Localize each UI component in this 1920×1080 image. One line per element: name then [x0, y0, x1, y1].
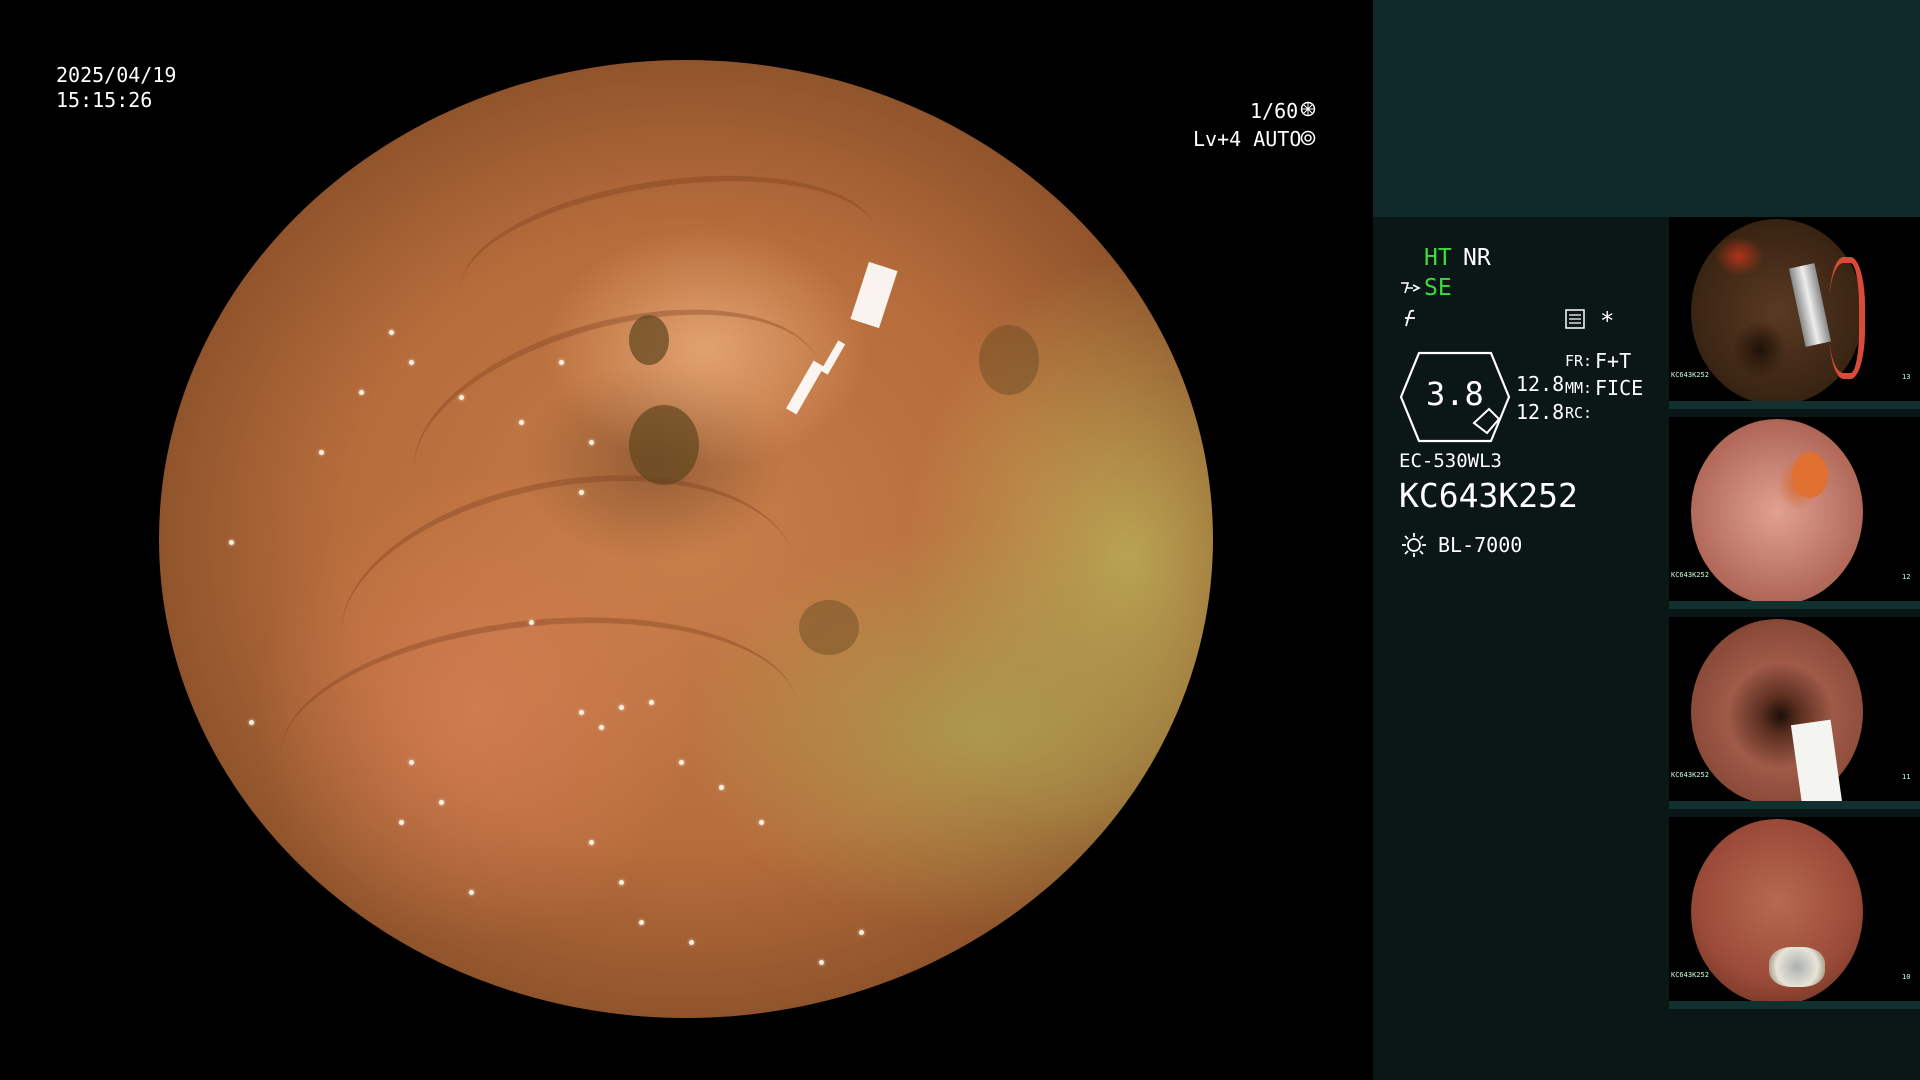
- zoom-value: 3.8: [1426, 375, 1484, 413]
- settings-list-icon: [1565, 309, 1585, 329]
- mm-label: MM:: [1565, 379, 1593, 397]
- se-indicator: SE: [1424, 275, 1452, 301]
- auto-iris-icon: [1300, 130, 1316, 146]
- level-text: Lv+4 AUTO: [1193, 127, 1302, 151]
- thumbnail-strip: KC643K252 13 KC643K252 12 KC643K252 11 K…: [1669, 217, 1920, 1080]
- scope-serial: KC643K252: [1399, 476, 1578, 515]
- nr-indicator: NR: [1463, 245, 1491, 271]
- scope-model: EC-530WL3: [1399, 450, 1502, 472]
- date-text: 2025/04/19: [56, 63, 177, 87]
- panel-header-area: [1373, 0, 1920, 217]
- thumbnail-4-number: 10: [1902, 973, 1911, 981]
- asterisk-indicator: *: [1600, 307, 1615, 335]
- rc-label: RC:: [1565, 404, 1593, 422]
- structure-enhance-icon: [1399, 279, 1423, 297]
- fr-label: FR:: [1565, 352, 1593, 370]
- thumbnail-2-label: KC643K252: [1671, 571, 1709, 579]
- status-panel: [1373, 217, 1669, 1080]
- thumbnail-3-number: 11: [1902, 773, 1911, 781]
- thumbnail-2[interactable]: KC643K252 12: [1669, 417, 1920, 609]
- fr-value: F+T: [1595, 349, 1632, 373]
- thumbnail-3-label: KC643K252: [1671, 771, 1709, 779]
- thumbnail-1[interactable]: KC643K252 13: [1669, 217, 1920, 409]
- light-source: BL-7000: [1438, 533, 1523, 557]
- thumbnail-4[interactable]: KC643K252 10: [1669, 817, 1920, 1009]
- thumbnail-2-number: 12: [1902, 573, 1911, 581]
- light-source-icon: [1400, 531, 1428, 559]
- ht-indicator: HT: [1424, 245, 1452, 271]
- thumbnail-3[interactable]: KC643K252 11: [1669, 617, 1920, 809]
- time-text: 15:15:26: [56, 88, 153, 112]
- value-1: 12.8: [1516, 372, 1565, 396]
- mm-value: FICE: [1595, 376, 1644, 400]
- shutter-text: 1/60: [1250, 99, 1299, 123]
- thumbnail-1-label: KC643K252: [1671, 371, 1709, 379]
- thumbnail-4-label: KC643K252: [1671, 971, 1709, 979]
- value-2: 12.8: [1516, 400, 1565, 424]
- thumbnail-1-number: 13: [1902, 373, 1911, 381]
- function-icon: [1401, 308, 1421, 328]
- endoscopy-main-view: [159, 60, 1213, 1018]
- shutter-icon: [1300, 101, 1316, 117]
